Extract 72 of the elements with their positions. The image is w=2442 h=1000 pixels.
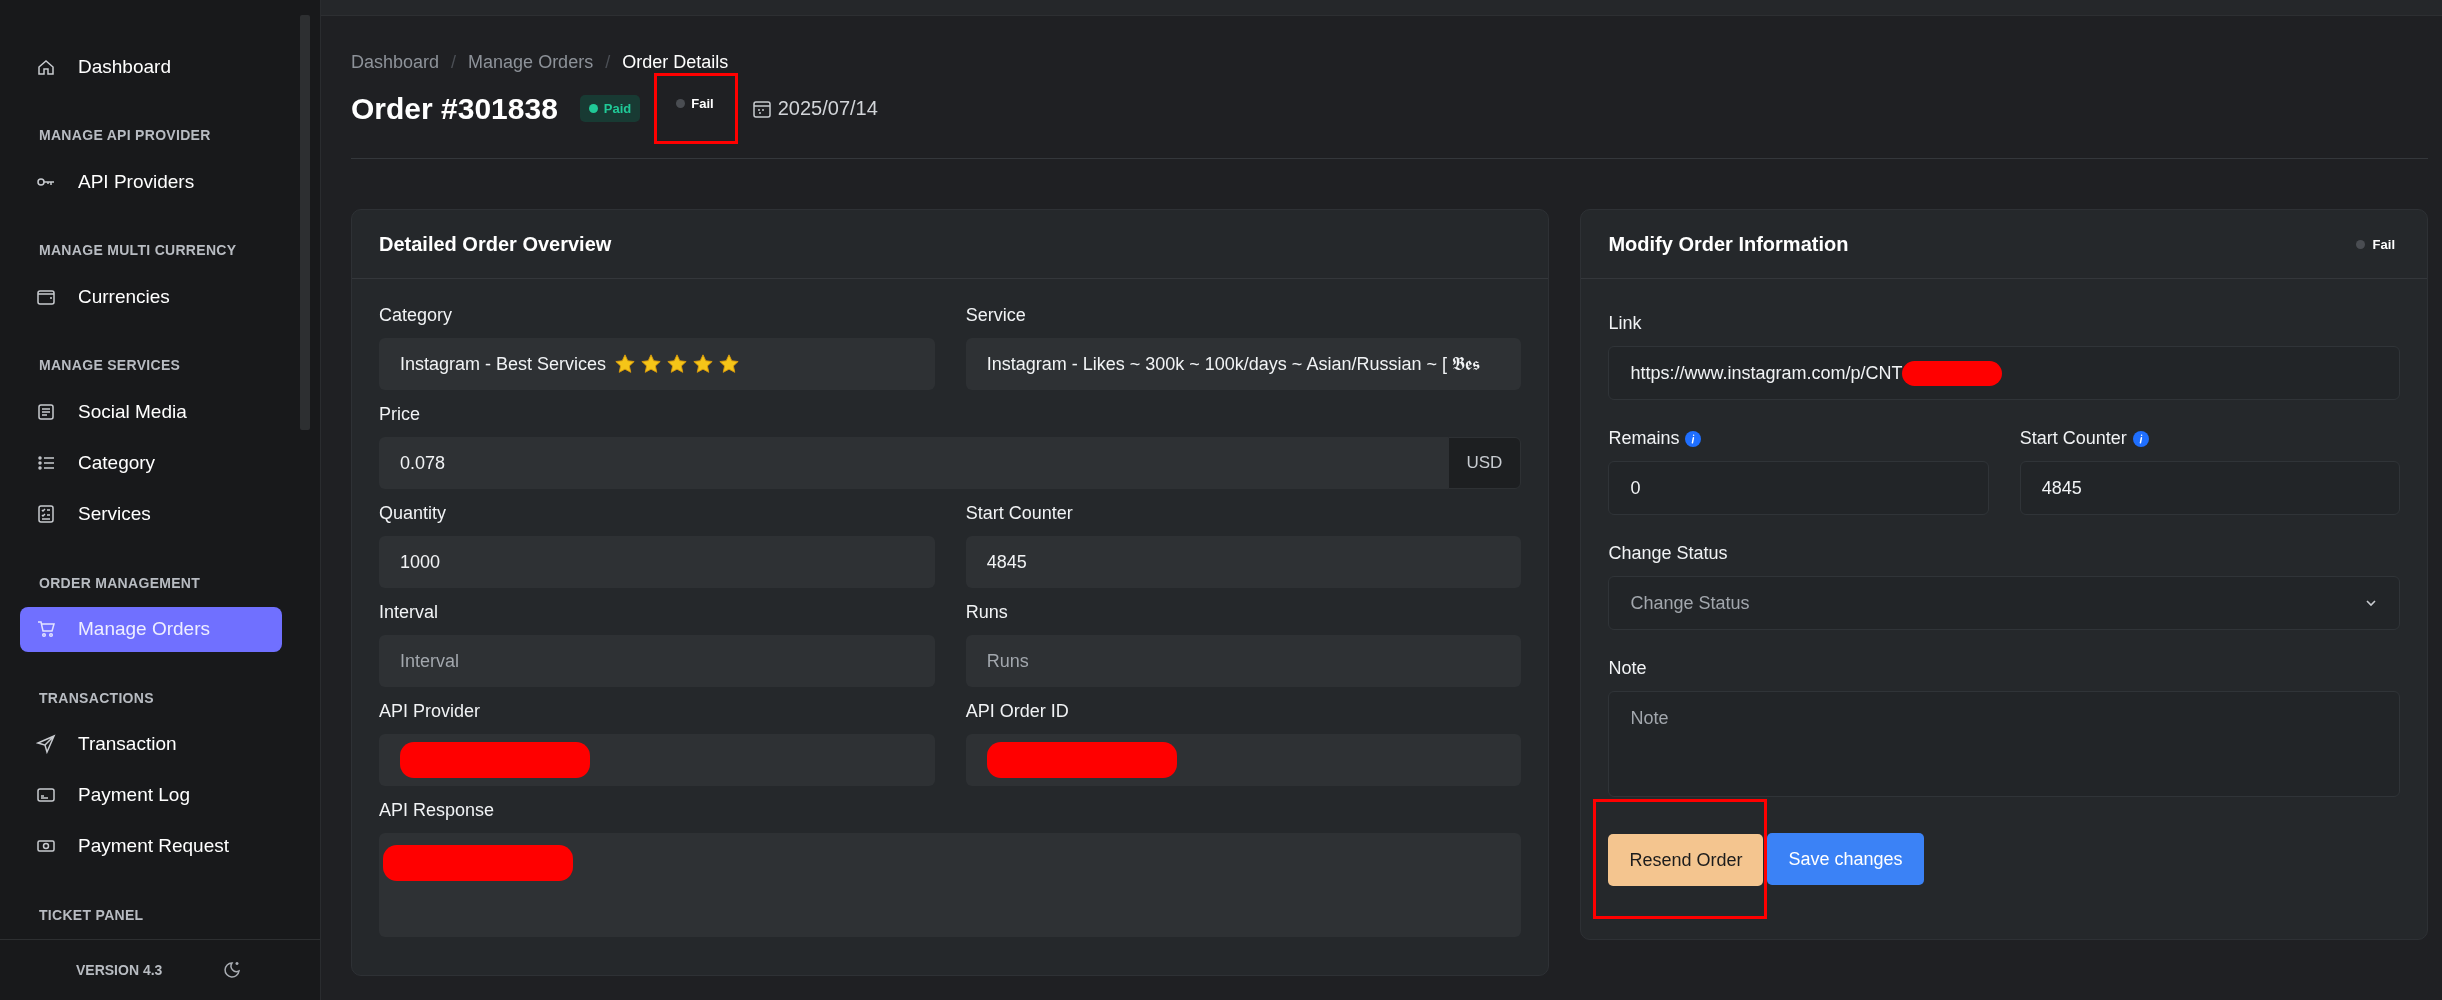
currency-addon: USD: [1447, 437, 1522, 489]
breadcrumb-separator: /: [451, 52, 457, 73]
section-heading: MANAGE SERVICES: [38, 356, 182, 376]
sidebar-item[interactable]: Dashboard: [20, 44, 282, 90]
sidebar-item[interactable]: Services: [20, 491, 282, 537]
sidebar-item[interactable]: Transaction: [20, 721, 282, 767]
input-field[interactable]: Instagram - Likes ~ 300k ~ 100k/days ~ Asian/Russian ~ [ 𝕭𝖊𝖘: [965, 338, 1522, 390]
field-label: Start Counter: [965, 503, 1073, 524]
field-label: Service: [965, 305, 1026, 326]
section-heading: TRANSACTIONS: [38, 688, 155, 708]
order-date: 2025/07/14: [777, 97, 878, 120]
input-field[interactable]: 0: [1608, 461, 1989, 515]
field-label: Remains: [1608, 428, 1680, 449]
card-title: Detailed Order Overview: [379, 232, 612, 256]
section-heading: MANAGE API PROVIDER: [38, 126, 212, 146]
status-badge: Paid: [579, 95, 641, 122]
version-label: VERSION 4.3: [76, 962, 163, 978]
field-label: API Order ID: [965, 701, 1069, 722]
send-icon: [36, 734, 56, 755]
field-label: Category: [379, 305, 453, 326]
input-field[interactable]: 4845: [2019, 461, 2400, 515]
field-label: Change Status: [1608, 543, 1728, 564]
input-field[interactable]: [379, 734, 935, 786]
status-badge: Fail: [667, 90, 723, 117]
field-label: Price: [379, 404, 420, 425]
sidebar-item[interactable]: Payment Log: [20, 772, 282, 818]
moon-icon[interactable]: [222, 960, 243, 980]
resend-button[interactable]: Resend Order: [1608, 834, 1764, 886]
input-field[interactable]: 1000: [379, 536, 935, 588]
field-label: Start Counter: [2019, 428, 2127, 449]
field-label: Note: [1608, 658, 1647, 679]
field-label: Interval: [379, 602, 439, 623]
field-label: API Response: [379, 800, 495, 821]
page-title: Order #301838: [351, 91, 558, 126]
sidebar-item[interactable]: Payment Request: [20, 823, 282, 869]
star-icon: [614, 353, 637, 375]
field-label: API Provider: [379, 701, 481, 722]
sidebar-item[interactable]: Social Media: [20, 389, 282, 435]
breadcrumb-separator: /: [605, 52, 611, 73]
input-field[interactable]: 0.078: [379, 437, 1448, 489]
input-field[interactable]: Runs: [965, 635, 1522, 687]
input-field[interactable]: https://www.instagram.com/p/CNT: [1608, 346, 2400, 400]
cart-icon: [36, 619, 56, 640]
field-label: Runs: [965, 602, 1008, 623]
section-heading: TICKET PANEL: [38, 905, 145, 925]
breadcrumb-link[interactable]: Manage Orders: [468, 52, 594, 73]
status-badge: Fail: [2355, 236, 2400, 252]
doc-icon: [36, 401, 56, 422]
input-field[interactable]: Instagram - Best Services: [379, 338, 935, 390]
input-field[interactable]: [965, 734, 1522, 786]
section-heading: ORDER MANAGEMENT: [38, 573, 202, 593]
checklist-icon: [36, 504, 56, 524]
breadcrumb-link[interactable]: Dashboard: [351, 52, 440, 73]
star-icon: [718, 353, 741, 375]
star-icon: [692, 353, 715, 375]
text-area[interactable]: Note: [1608, 691, 2400, 797]
field-label: Link: [1608, 313, 1642, 334]
sidebar-item[interactable]: Currencies: [20, 274, 282, 320]
text-area[interactable]: [379, 833, 1522, 937]
calendar-icon: [751, 98, 772, 119]
input-field[interactable]: 4845: [965, 536, 1522, 588]
breadcrumb-link[interactable]: Order Details: [622, 52, 729, 73]
sidebar-item[interactable]: API Providers: [20, 159, 282, 205]
field-label: Quantity: [379, 503, 447, 524]
save-button[interactable]: Save changes: [1767, 833, 1924, 885]
section-heading: MANAGE MULTI CURRENCY: [38, 241, 238, 261]
input-field[interactable]: Interval: [379, 635, 935, 687]
star-icon: [666, 353, 689, 375]
sidebar-item[interactable]: Category: [20, 440, 282, 486]
status-dropdown[interactable]: Change Status: [1608, 576, 2400, 630]
star-icon: [640, 353, 663, 375]
card-title: Modify Order Information: [1608, 232, 1849, 256]
